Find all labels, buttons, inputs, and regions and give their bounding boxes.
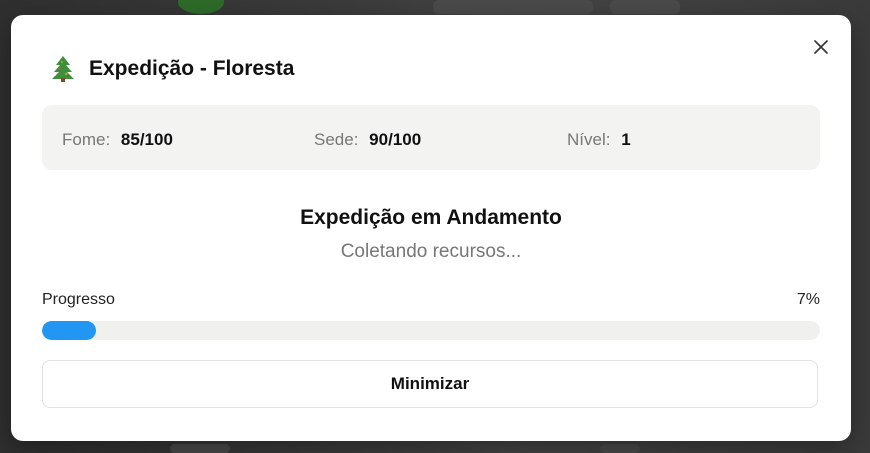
background-card — [600, 444, 640, 453]
status-subtext: Coletando recursos... — [340, 241, 522, 262]
close-icon — [814, 40, 828, 54]
stat-label: Nível: — [567, 130, 611, 149]
progress-percent: 7% — [796, 291, 820, 308]
stat-label: Fome: — [62, 130, 111, 149]
progress-fill — [42, 321, 97, 340]
stat-value: 90/100 — [369, 130, 422, 149]
stat-hunger: Fome: 85/100 — [62, 130, 173, 150]
expedition-modal: Expedição - Floresta Fome: 85/100 Sede: … — [11, 15, 851, 441]
background-card — [170, 444, 230, 453]
progress-track — [42, 321, 820, 340]
background-card — [433, 0, 593, 14]
background-tree-icon — [178, 0, 224, 14]
tree-icon — [52, 56, 74, 82]
stat-value: 85/100 — [120, 130, 173, 149]
modal-title: Expedição - Floresta — [89, 57, 295, 80]
stat-label: Sede: — [314, 130, 359, 149]
stat-value: 1 — [621, 130, 631, 149]
close-button[interactable] — [809, 35, 833, 59]
stat-level: Nível: 1 — [567, 130, 631, 150]
modal-header: Expedição - Floresta — [51, 55, 294, 83]
stats-panel: Fome: 85/100 Sede: 90/100 Nível: 1 — [42, 105, 820, 170]
status-heading: Expedição em Andamento — [300, 206, 562, 229]
minimize-button[interactable]: Minimizar — [42, 360, 818, 408]
background-card — [610, 0, 680, 14]
progress-label: Progresso — [42, 291, 115, 308]
stat-thirst: Sede: 90/100 — [314, 130, 421, 150]
